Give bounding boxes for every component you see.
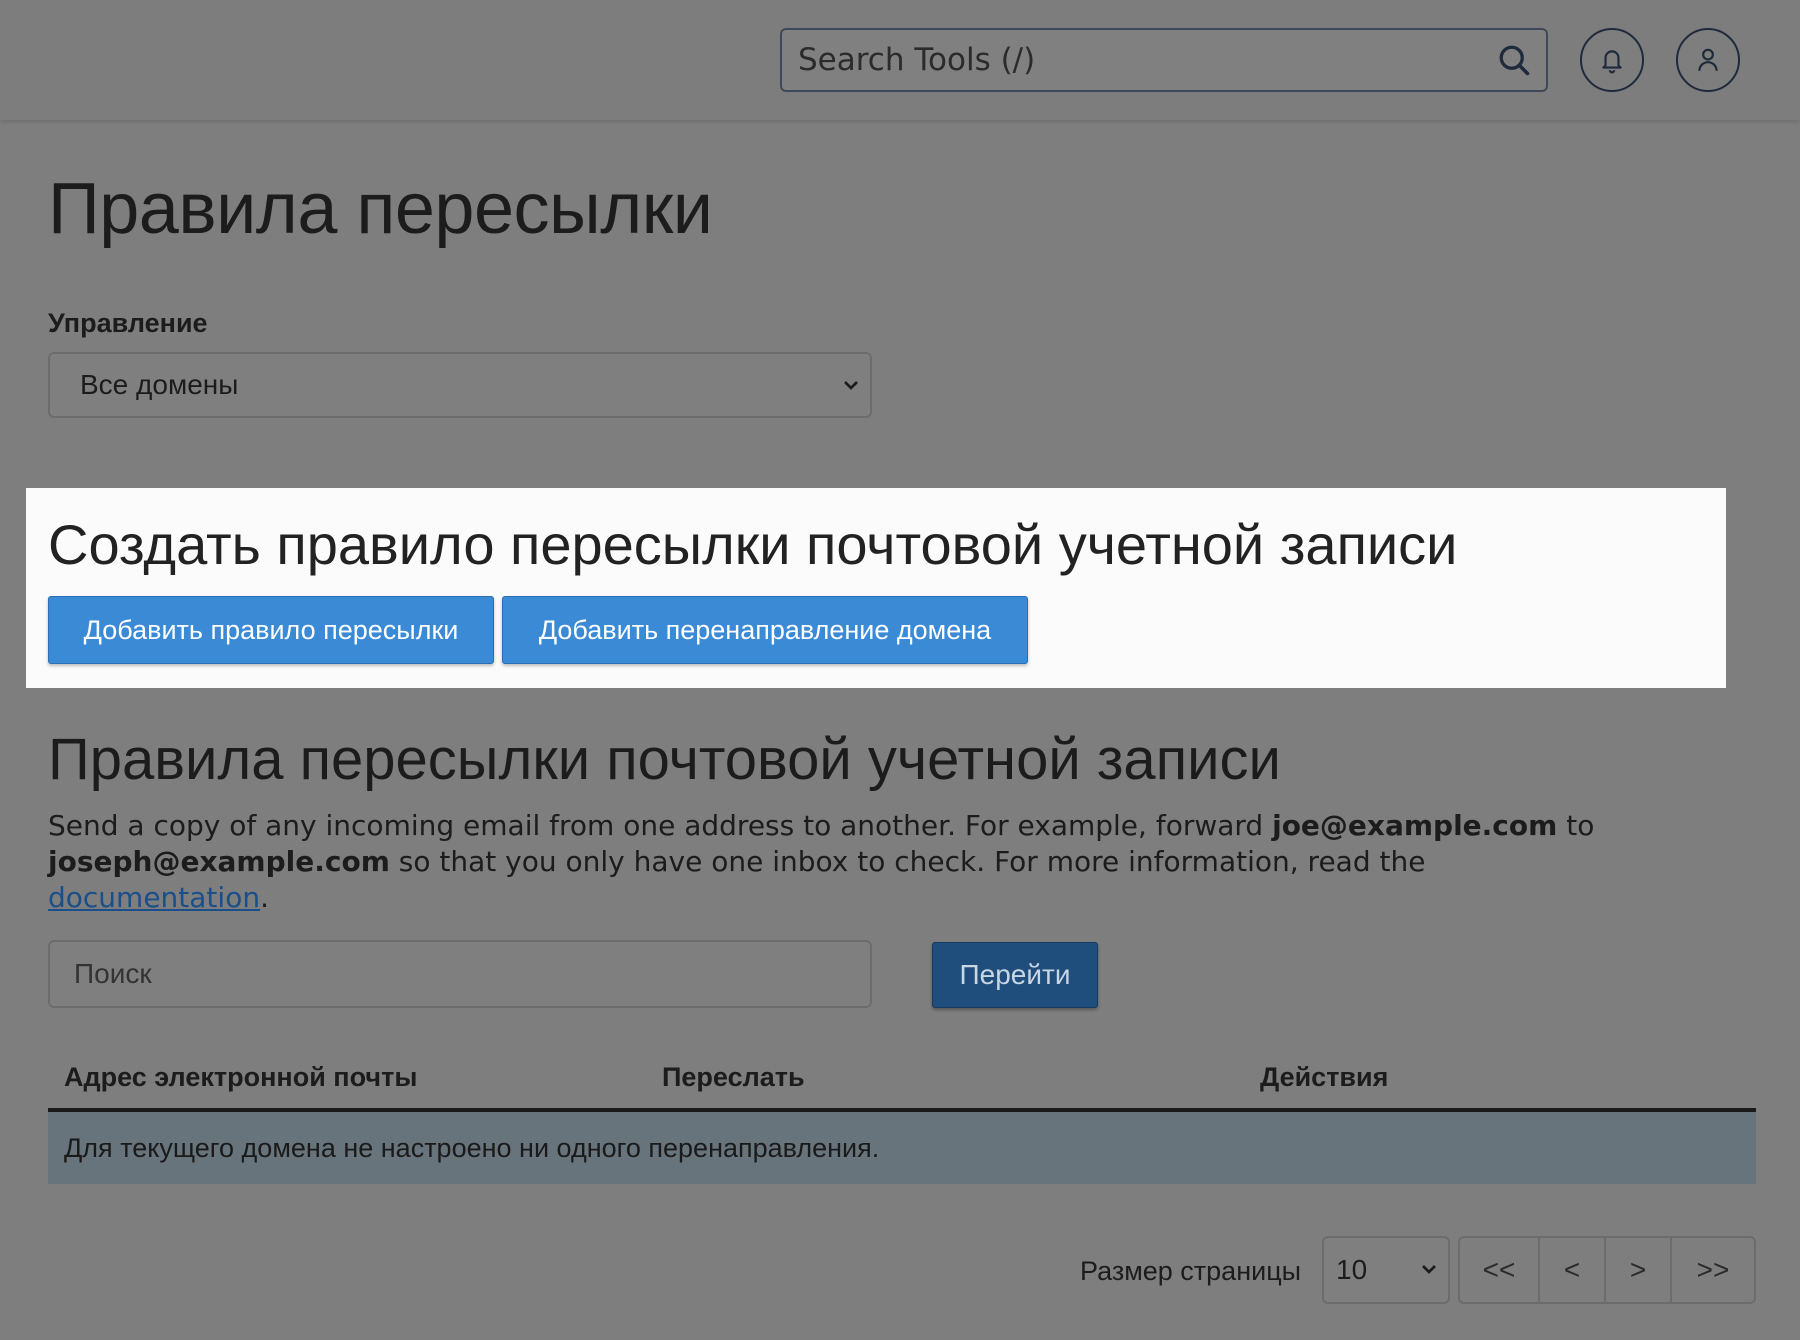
account-button[interactable] <box>1676 28 1740 92</box>
description-text-1: Send a copy of any incoming email from o… <box>48 809 1273 842</box>
notifications-button[interactable] <box>1580 28 1644 92</box>
last-page-button[interactable]: >> <box>1672 1238 1754 1302</box>
column-header-forward-to[interactable]: Переслать <box>662 1062 805 1093</box>
search-tools-box[interactable] <box>780 28 1548 92</box>
domain-select-value: Все домены <box>80 369 239 400</box>
user-icon <box>1698 48 1718 71</box>
create-forwarder-title: Создать правило пересылки почтовой учетн… <box>48 513 1458 576</box>
page-size-value: 10 <box>1336 1254 1368 1285</box>
forwarders-search-input[interactable] <box>48 940 872 1008</box>
forwarders-description: Send a copy of any incoming email from o… <box>48 808 1608 916</box>
chevron-down-icon <box>1422 1265 1436 1274</box>
description-text-2: to <box>1557 809 1595 842</box>
chevron-down-icon <box>844 381 858 390</box>
previous-page-button[interactable]: < <box>1540 1238 1606 1302</box>
next-page-button[interactable]: > <box>1606 1238 1672 1302</box>
table-header: Адрес электронной почты Переслать Действ… <box>48 1040 1756 1112</box>
domain-select[interactable]: Все домены <box>48 352 872 418</box>
description-text-3: so that you only have one inbox to check… <box>389 845 1426 878</box>
documentation-link[interactable]: documentation <box>48 881 260 914</box>
top-header <box>0 0 1800 120</box>
search-tools-input[interactable] <box>782 30 1546 90</box>
page-size-label: Размер страницы <box>1080 1256 1302 1286</box>
create-forwarder-panel: Создать правило пересылки почтовой учетн… <box>26 488 1726 688</box>
add-forwarder-button[interactable]: Добавить правило пересылки <box>48 596 494 664</box>
column-header-actions: Действия <box>1260 1062 1389 1092</box>
column-header-email[interactable]: Адрес электронной почты <box>64 1062 417 1093</box>
empty-table-message: Для текущего домена не настроено ни одно… <box>48 1112 1756 1184</box>
first-page-button[interactable]: << <box>1460 1238 1540 1302</box>
page-title: Правила пересылки <box>48 169 713 249</box>
forwarders-section-title: Правила пересылки почтовой учетной запис… <box>48 727 1281 792</box>
add-domain-forwarder-button[interactable]: Добавить перенаправление домена <box>502 596 1028 664</box>
manage-label: Управление <box>48 308 208 338</box>
example-email-source: joe@example.com <box>1272 809 1558 842</box>
pagination-controls: << < > >> <box>1458 1236 1756 1304</box>
page-size-select[interactable]: 10 <box>1322 1236 1450 1304</box>
search-icon[interactable] <box>1496 42 1532 78</box>
bell-icon <box>1602 50 1622 74</box>
go-button[interactable]: Перейти <box>932 942 1098 1008</box>
description-text-4: . <box>260 881 269 914</box>
example-email-target: joseph@example.com <box>48 845 390 878</box>
